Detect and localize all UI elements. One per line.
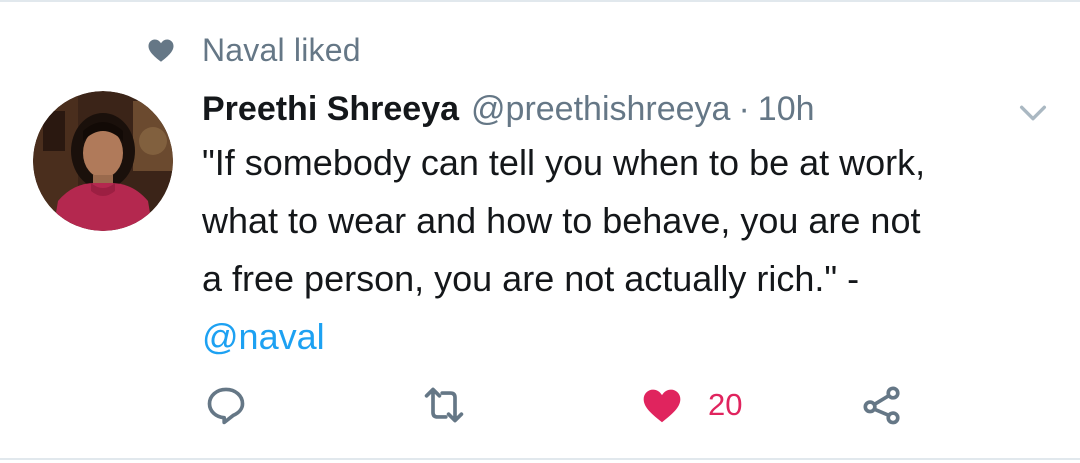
header-separator: · [738,89,750,128]
tweet-timestamp[interactable]: 10h [758,90,815,129]
like-count: 20 [708,387,743,422]
tweet-header: Preethi Shreeya @preethishreeya · 10h [202,84,940,134]
tweet-text-line: a free person, you are not actually rich… [202,258,860,299]
social-context-text: Naval liked [202,31,361,68]
mention-link[interactable]: @naval [202,308,1052,366]
social-context[interactable]: Naval liked [146,30,361,70]
action-bar: 20 [0,380,1080,430]
avatar-image [33,91,173,231]
top-divider [0,0,1080,2]
retweet-button[interactable] [422,380,466,430]
tweet-text-line: what to wear and how to behave, you are … [202,200,921,241]
tweet-text-line: "If somebody can tell you when to be at … [202,142,926,183]
author-handle[interactable]: @preethishreeya [471,90,730,129]
chevron-down-icon[interactable] [1016,96,1050,130]
heart-icon [148,39,174,62]
share-icon [863,386,900,425]
tweet-text: "If somebody can tell you when to be at … [202,134,1052,366]
author-name[interactable]: Preethi Shreeya [202,90,459,129]
heart-icon [643,389,681,423]
avatar[interactable] [33,91,173,231]
share-button[interactable] [860,380,904,430]
bottom-divider [0,458,1080,460]
reply-icon [207,387,245,425]
retweet-icon [424,387,464,423]
like-button[interactable]: 20 [640,380,742,430]
reply-button[interactable] [204,380,248,430]
